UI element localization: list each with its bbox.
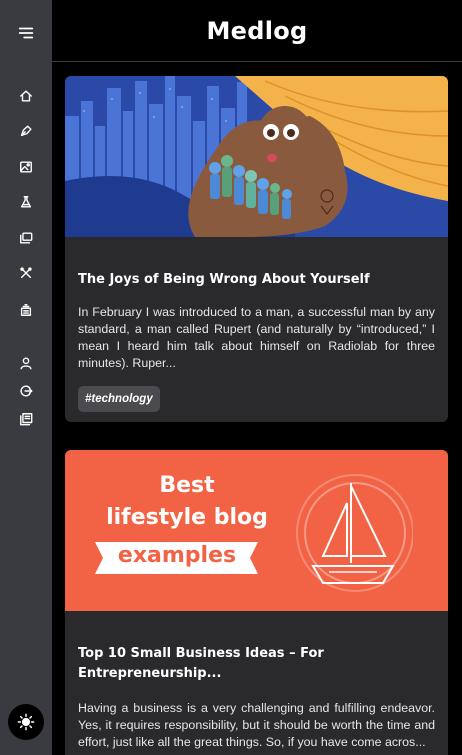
sailboat-icon	[296, 474, 413, 592]
post-tag[interactable]: #technology	[78, 386, 160, 412]
user-icon[interactable]	[17, 354, 35, 372]
app-title: Medlog	[206, 16, 308, 45]
sun-icon	[17, 713, 35, 731]
post-thumbnail[interactable]: Best lifestyle blog examples	[65, 450, 448, 611]
post-card[interactable]: The Joys of Being Wrong About Yourself I…	[65, 76, 448, 422]
post-title[interactable]: The Joys of Being Wrong About Yourself	[65, 270, 448, 290]
stack-icon[interactable]	[17, 301, 35, 319]
theme-toggle-button[interactable]	[8, 704, 44, 740]
tools-icon[interactable]	[17, 264, 35, 282]
post-thumbnail[interactable]	[65, 76, 448, 237]
library-icon[interactable]	[17, 410, 35, 428]
flask-icon[interactable]	[17, 193, 35, 211]
post-excerpt: Having a business is a very challenging …	[78, 701, 435, 749]
post-excerpt: In February I was introduced to a man, a…	[78, 305, 435, 370]
sidebar	[0, 0, 52, 755]
home-icon[interactable]	[17, 87, 35, 105]
banner-line-1: Best	[159, 473, 215, 498]
photos-icon[interactable]	[17, 229, 35, 247]
logout-icon[interactable]	[17, 382, 35, 400]
banner-line-3: examples	[117, 543, 237, 568]
image-icon[interactable]	[17, 158, 35, 176]
top-header: Medlog	[52, 0, 462, 62]
post-card[interactable]: Best lifestyle blog examples Top 10 Smal…	[65, 450, 448, 755]
banner-line-2: lifestyle blog	[106, 505, 268, 530]
menu-icon[interactable]	[16, 23, 36, 43]
pen-nib-icon[interactable]	[17, 122, 35, 140]
post-title[interactable]: Top 10 Small Business Ideas – For Entrep…	[65, 644, 448, 684]
